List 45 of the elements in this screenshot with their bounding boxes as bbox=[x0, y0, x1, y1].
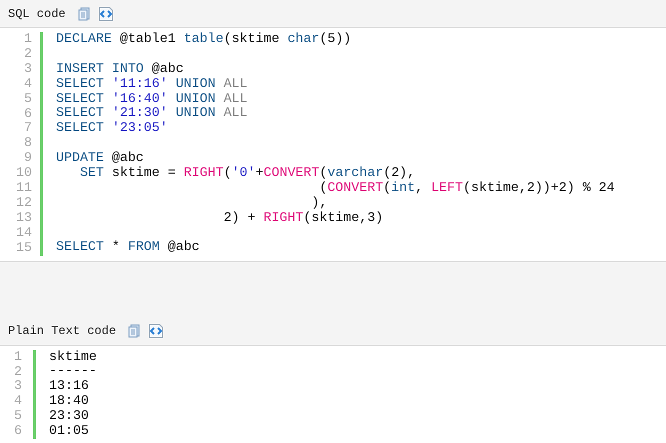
line-number: 1 bbox=[23, 32, 32, 47]
line-number: 8 bbox=[23, 136, 32, 152]
code-line: 2) + RIGHT(sktime,3) bbox=[222, 210, 384, 225]
code-line: ), bbox=[310, 194, 328, 210]
code-line: SELECT * FROM @abc bbox=[56, 239, 200, 254]
code-line: 01:05 bbox=[49, 423, 89, 438]
code-block-title: SQL code bbox=[8, 6, 66, 20]
code-line: ------ bbox=[49, 363, 97, 378]
copy-icon[interactable] bbox=[78, 6, 90, 20]
line-number: 4 bbox=[13, 394, 22, 410]
line-number: 15 bbox=[15, 240, 32, 256]
line-number: 2 bbox=[23, 46, 32, 62]
line-number: 5 bbox=[13, 409, 22, 424]
line-number: 5 bbox=[23, 92, 32, 107]
line-number: 14 bbox=[15, 226, 32, 241]
code-line: UPDATE @abc bbox=[56, 150, 144, 166]
line-number: 10 bbox=[15, 166, 32, 182]
line-number: 6 bbox=[23, 106, 32, 122]
line-number: 13 bbox=[15, 210, 32, 226]
code-line: 23:30 bbox=[49, 408, 89, 424]
line-number: 3 bbox=[13, 379, 22, 394]
code-line: 13:16 bbox=[49, 378, 89, 394]
code-line: DECLARE @table1 table(sktime char(5)) bbox=[56, 31, 352, 46]
copy-icon[interactable] bbox=[128, 324, 140, 338]
view-source-icon[interactable] bbox=[148, 323, 164, 340]
line-number: 9 bbox=[23, 151, 32, 166]
code-line: SELECT '23:05' bbox=[56, 120, 168, 136]
line-number: 4 bbox=[23, 76, 32, 92]
code-block-title: Plain Text code bbox=[8, 324, 116, 338]
code-line: (CONVERT(int, LEFT(sktime,2))+2) % 24 bbox=[318, 180, 615, 195]
line-number: 12 bbox=[15, 196, 32, 211]
line-number: 3 bbox=[23, 62, 32, 77]
line-number: 11 bbox=[15, 181, 32, 196]
code-line: SELECT '16:40' UNION ALL bbox=[56, 90, 248, 106]
code-line: sktime bbox=[49, 348, 97, 364]
code-line: SELECT '21:30' UNION ALL bbox=[56, 105, 248, 120]
code-line: INSERT INTO @abc bbox=[56, 60, 184, 76]
line-number: 6 bbox=[13, 424, 22, 440]
line-number: 7 bbox=[23, 121, 32, 136]
view-source-icon[interactable] bbox=[98, 6, 114, 22]
line-number: 1 bbox=[13, 350, 22, 364]
code-line: SELECT '11:16' UNION ALL bbox=[56, 76, 248, 91]
code-line: SET sktime = RIGHT('0'+CONVERT(varchar(2), bbox=[78, 165, 416, 180]
line-number: 2 bbox=[13, 364, 22, 380]
code-line: 18:40 bbox=[49, 393, 89, 408]
